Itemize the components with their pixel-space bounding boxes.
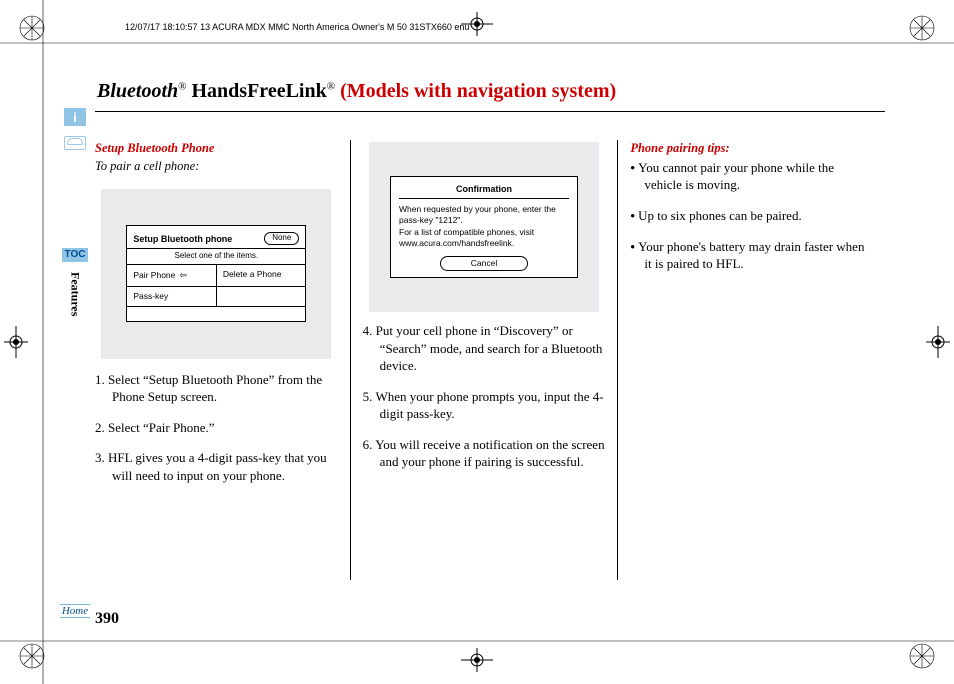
column-1: Setup Bluetooth Phone To pair a cell pho… (95, 140, 350, 580)
scr-delete-phone: Delete a Phone (216, 265, 306, 285)
steps-col1: Select “Setup Bluetooth Phone” from the … (95, 371, 338, 485)
home-button[interactable]: Home (60, 604, 90, 618)
section-tab-features: Features (68, 272, 83, 316)
scr-conf-title: Confirmation (399, 183, 569, 199)
setup-heading: Setup Bluetooth Phone (95, 140, 338, 157)
scr-none-pill: None (264, 232, 299, 245)
step: Select “Setup Bluetooth Phone” from the … (95, 371, 338, 406)
scr-setup-title: Setup Bluetooth phone (133, 233, 232, 245)
scr-conf-body: When requested by your phone, enter the … (399, 204, 569, 250)
step: You will receive a notification on the s… (363, 436, 606, 471)
tips-list: You cannot pair your phone while the veh… (630, 159, 873, 273)
step: HFL gives you a 4-digit pass-key that yo… (95, 449, 338, 484)
toc-button[interactable]: TOC (62, 248, 88, 262)
column-2: Confirmation When requested by your phon… (350, 140, 618, 580)
screenshot-setup: Setup Bluetooth phone None Select one of… (101, 189, 331, 359)
tip: Your phone's battery may drain faster wh… (630, 238, 873, 273)
scr-setup-sub: Select one of the items. (127, 248, 305, 264)
car-icon[interactable] (64, 136, 86, 150)
column-3: Phone pairing tips: You cannot pair your… (617, 140, 885, 580)
scr-pass-key: Pass-key (127, 287, 216, 306)
crop-line (0, 640, 954, 642)
setup-subline: To pair a cell phone: (95, 158, 338, 175)
print-header-meta: 12/07/17 18:10:57 13 ACURA MDX MMC North… (125, 22, 469, 32)
tip: Up to six phones can be paired. (630, 207, 873, 225)
scr-pair-phone: Pair Phone⇦ (127, 265, 216, 285)
tips-heading: Phone pairing tips: (630, 140, 873, 157)
print-reg-mark (4, 326, 28, 358)
page-title: Bluetooth® HandsFreeLink® (Models with n… (97, 80, 885, 103)
step: Put your cell phone in “Discovery” or “S… (363, 322, 606, 375)
tip: You cannot pair your phone while the veh… (630, 159, 873, 194)
print-reg-mark (926, 326, 950, 358)
title-divider (95, 111, 885, 112)
crop-line (0, 42, 954, 44)
info-icon[interactable] (64, 108, 86, 126)
steps-col2: Put your cell phone in “Discovery” or “S… (363, 322, 606, 471)
print-corner-mark (908, 14, 936, 42)
page-content: TOC Features Home Bluetooth® HandsFreeLi… (95, 80, 885, 628)
step: When your phone prompts you, input the 4… (363, 388, 606, 423)
print-corner-mark (908, 642, 936, 670)
page-number: 390 (95, 610, 885, 628)
scr-cancel-button: Cancel (440, 256, 528, 271)
print-reg-mark (461, 648, 493, 672)
crop-line (42, 0, 44, 684)
step: Select “Pair Phone.” (95, 419, 338, 437)
screenshot-confirmation: Confirmation When requested by your phon… (369, 142, 599, 312)
sidebar-icons: TOC Features Home (60, 108, 90, 618)
